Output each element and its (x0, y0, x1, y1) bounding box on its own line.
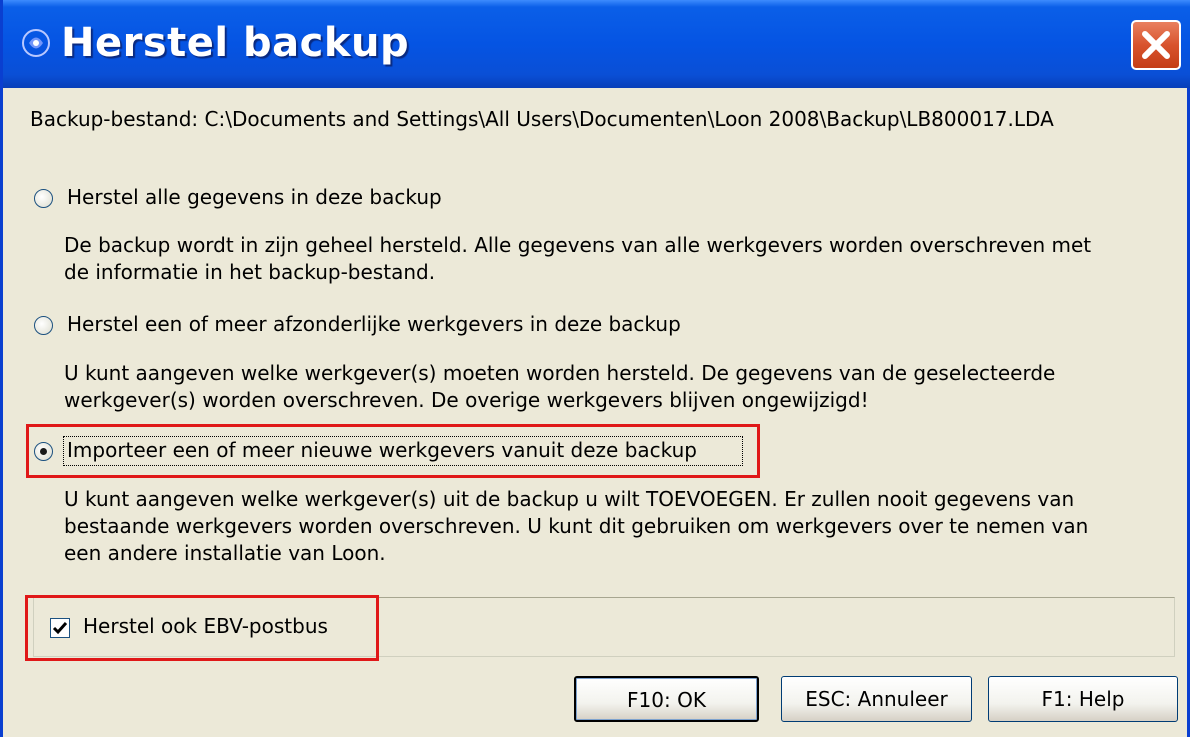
description-line: de informatie in het backup-bestand. (64, 260, 436, 284)
window-title: Herstel backup (61, 20, 410, 66)
radio-import-new[interactable] (34, 442, 53, 461)
title-bar[interactable]: Herstel backup (3, 0, 1190, 88)
option-restore-selected-description: U kunt aangeven welke werkgever(s) moete… (64, 360, 1055, 414)
backup-file-label: Backup-bestand: C:\Documents and Setting… (30, 107, 1054, 131)
radio-selected-dot (40, 448, 47, 455)
dialog-window: Herstel backup Backup-bestand: C:\Docume… (0, 0, 1190, 737)
highlight-ebv-checkbox (25, 595, 379, 661)
description-line: De backup wordt in zijn geheel hersteld.… (64, 233, 1092, 257)
description-line: U kunt aangeven welke werkgever(s) moete… (64, 361, 1056, 385)
option-restore-all-label[interactable]: Herstel alle gegevens in deze backup (67, 185, 442, 209)
description-line: werkgever(s) worden overschreven. De ove… (64, 388, 869, 412)
radio-restore-all[interactable] (34, 189, 53, 208)
close-button[interactable] (1131, 20, 1181, 70)
close-icon (1142, 31, 1170, 59)
option-import-new-label[interactable]: Importeer een of meer nieuwe werkgevers … (67, 438, 697, 462)
help-button[interactable]: F1: Help (988, 676, 1178, 722)
ok-button[interactable]: F10: OK (574, 676, 759, 722)
option-restore-selected-label[interactable]: Herstel een of meer afzonderlijke werkge… (67, 312, 681, 336)
description-line: U kunt aangeven welke werkgever(s) uit d… (64, 487, 1075, 511)
description-line: bestaande werkgevers worden overschreven… (64, 514, 1089, 538)
app-icon (22, 29, 50, 57)
radio-restore-selected[interactable] (34, 316, 53, 335)
option-restore-all-description: De backup wordt in zijn geheel hersteld.… (64, 232, 1091, 286)
option-import-new-description: U kunt aangeven welke werkgever(s) uit d… (64, 486, 1088, 567)
description-line: een andere installatie van Loon. (64, 541, 386, 565)
cancel-button[interactable]: ESC: Annuleer (781, 676, 972, 722)
